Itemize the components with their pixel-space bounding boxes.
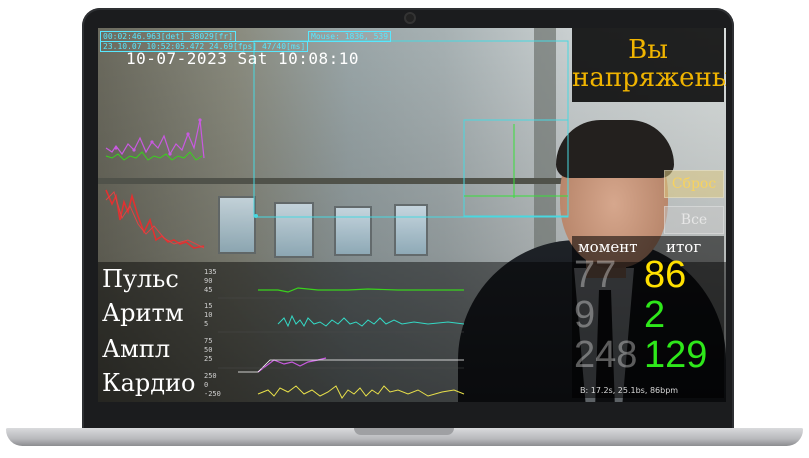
- tracking-point: [254, 214, 258, 218]
- cardio-scale-mid: 0: [204, 381, 209, 389]
- mouse-readout: Mouse: 1836, 539: [308, 31, 392, 42]
- amplitude-scale-low: 25: [204, 355, 213, 363]
- spectrum-graph: [105, 118, 205, 249]
- cardio-trace: [257, 385, 465, 399]
- moment-value-arrhythmia: 9: [574, 294, 596, 336]
- pulse-trace: [258, 287, 464, 293]
- status-line-1: Вы: [628, 35, 668, 65]
- moment-value-pulse: 77: [574, 254, 617, 296]
- pulse-scale-low: 45: [204, 286, 213, 294]
- all-button[interactable]: Все: [664, 206, 724, 234]
- moment-value-amplitude: 248: [574, 334, 638, 376]
- results-panel: момент итог 77 86 9 2 248 129 В: 17.2s, …: [572, 236, 724, 398]
- amplitude-scale-mid: 50: [204, 346, 213, 354]
- metric-label-cardio: Кардио: [102, 369, 196, 397]
- reset-button[interactable]: Сброс: [664, 170, 724, 198]
- metric-label-pulse: Пульс: [102, 265, 179, 293]
- datetime-stamp: 10-07-2023 Sat 10:08:10: [126, 49, 360, 68]
- total-value-amplitude: 129: [644, 334, 708, 376]
- laptop-notch: [354, 428, 454, 435]
- face-box: [463, 119, 569, 217]
- amplitude-scale-top: 75: [204, 337, 213, 345]
- pulse-scale-top: 135: [204, 268, 217, 276]
- total-value-pulse: 86: [644, 254, 687, 296]
- arrhythmia-scale-top: 15: [204, 302, 213, 310]
- arrhythmia-trace: [277, 314, 465, 328]
- results-footer: В: 17.2s, 25.1bs, 86bpm: [580, 386, 679, 395]
- arrhythmia-scale-mid: 10: [204, 311, 213, 319]
- pulse-scale-mid: 90: [204, 277, 213, 285]
- video-screen: 00:02:46.963[det] 38029[fr] 23.10.07 10:…: [98, 28, 726, 402]
- webcam-icon: [406, 14, 414, 22]
- total-value-arrhythmia: 2: [644, 294, 666, 336]
- metric-label-arrhythmia: Аритм: [102, 299, 184, 327]
- status-line-2: напряжены: [572, 63, 726, 93]
- cardio-scale-top: 250: [204, 372, 217, 380]
- metric-label-amplitude: Ампл: [102, 335, 171, 363]
- arrhythmia-scale-low: 5: [204, 320, 209, 328]
- metric-graphs: [218, 287, 465, 399]
- stress-status-panel: Вы напряжены: [572, 28, 726, 102]
